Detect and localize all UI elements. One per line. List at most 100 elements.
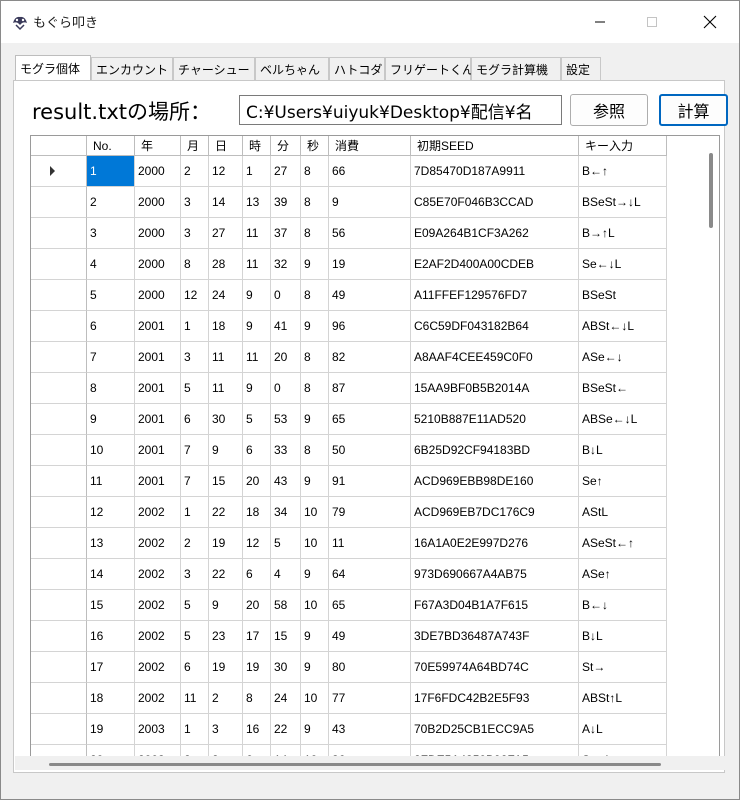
grid-cell[interactable]: 65 [329, 590, 411, 621]
grid-cell[interactable]: 6 [243, 559, 271, 590]
table-row[interactable]: 13 2002 2 19 12 5 10 11 16A1A0E2E997D276 ASeSt←↑ [31, 528, 667, 559]
grid-cell[interactable]: 2000 [135, 156, 181, 187]
grid-cell[interactable]: 56 [329, 218, 411, 249]
row-header[interactable] [31, 559, 87, 590]
grid-cell[interactable]: 11 [87, 466, 135, 497]
column-header-9[interactable]: キー入力 [579, 136, 667, 156]
grid-cell[interactable]: 9 [301, 466, 329, 497]
table-row[interactable]: 5 2000 12 24 9 0 8 49 A11FFEF129576FD7 BSeSt [31, 280, 667, 311]
grid-cell[interactable]: ABSt←↓L [579, 311, 667, 342]
vertical-scroll-thumb[interactable] [709, 153, 713, 228]
grid-cell[interactable]: A11FFEF129576FD7 [411, 280, 579, 311]
grid-cell[interactable]: 3 [209, 714, 243, 745]
row-header[interactable] [31, 280, 87, 311]
grid-cell[interactable]: 8 [301, 373, 329, 404]
grid-cell[interactable]: Se←↓L [579, 249, 667, 280]
grid-cell[interactable]: 0 [271, 373, 301, 404]
grid-cell[interactable]: B←↑ [579, 156, 667, 187]
grid-cell[interactable]: 20 [243, 466, 271, 497]
grid-cell[interactable]: 8 [243, 683, 271, 714]
grid-cell[interactable]: 11 [243, 218, 271, 249]
table-row[interactable]: 18 2002 11 2 8 24 10 77 17F6FDC42B2E5F93 ABSt↑L [31, 683, 667, 714]
grid-cell[interactable]: 70E59974A64BD74C [411, 652, 579, 683]
grid-cell[interactable]: 77 [329, 683, 411, 714]
column-header-2[interactable]: 月 [181, 136, 209, 156]
grid-cell[interactable]: 2000 [135, 249, 181, 280]
row-header[interactable] [31, 404, 87, 435]
column-header-4[interactable]: 時 [243, 136, 271, 156]
grid-cell[interactable]: ASeSt←↑ [579, 528, 667, 559]
grid-cell[interactable]: 15 [209, 466, 243, 497]
grid-cell[interactable]: 19 [87, 714, 135, 745]
grid-cell[interactable]: 10 [301, 497, 329, 528]
grid-cell[interactable]: 13 [243, 187, 271, 218]
grid-cell[interactable]: 1 [181, 714, 209, 745]
grid-cell[interactable]: 2003 [135, 714, 181, 745]
table-row[interactable]: 7 2001 3 11 11 20 8 82 A8AAF4CEE459C0F0 ASe←↓ [31, 342, 667, 373]
grid-cell[interactable]: 2000 [135, 187, 181, 218]
grid-cell[interactable]: 8 [301, 156, 329, 187]
grid-cell[interactable]: 7 [181, 466, 209, 497]
grid-cell[interactable]: E09A264B1CF3A262 [411, 218, 579, 249]
grid-cell[interactable]: 30 [271, 652, 301, 683]
horizontal-scroll-thumb[interactable] [49, 763, 661, 766]
grid-cell[interactable]: ASe←↓ [579, 342, 667, 373]
table-row[interactable]: 16 2002 5 23 17 15 9 49 3DE7BD36487A743F B↓L [31, 621, 667, 652]
grid-cell[interactable]: 9 [301, 559, 329, 590]
tab-5[interactable]: フリゲートくん [385, 57, 474, 81]
grid-cell[interactable]: 1 [181, 497, 209, 528]
grid-cell[interactable]: 53 [271, 404, 301, 435]
grid-cell[interactable]: 6B25D92CF94183BD [411, 435, 579, 466]
grid-cell[interactable]: 11 [209, 342, 243, 373]
grid-cell[interactable]: 10 [301, 590, 329, 621]
grid-cell[interactable]: AStL [579, 497, 667, 528]
row-header[interactable] [31, 528, 87, 559]
grid-cell[interactable]: 80 [329, 652, 411, 683]
grid-cell[interactable]: 43 [271, 466, 301, 497]
grid-cell[interactable]: 9 [301, 621, 329, 652]
browse-button[interactable]: 参照 [570, 94, 648, 126]
grid-cell[interactable]: 58 [271, 590, 301, 621]
grid-cell[interactable]: 65 [329, 404, 411, 435]
tab-1[interactable]: エンカウント [91, 57, 173, 81]
grid-cell[interactable]: 7 [181, 435, 209, 466]
grid-cell[interactable]: 6 [181, 652, 209, 683]
grid-cell[interactable]: 2001 [135, 435, 181, 466]
tab-0[interactable]: モグラ個体 [15, 55, 91, 81]
grid-cell[interactable]: 12 [181, 280, 209, 311]
table-row[interactable]: 11 2001 7 15 20 43 9 91 ACD969EBB98DE160 Se↑ [31, 466, 667, 497]
column-header-5[interactable]: 分 [271, 136, 301, 156]
grid-cell[interactable]: 2001 [135, 342, 181, 373]
grid-cell[interactable]: B↓L [579, 435, 667, 466]
grid-cell[interactable]: 24 [209, 280, 243, 311]
grid-cell[interactable]: 2 [209, 683, 243, 714]
grid-cell[interactable]: 9 [209, 435, 243, 466]
grid-cell[interactable]: 5 [271, 528, 301, 559]
row-header[interactable] [31, 683, 87, 714]
grid-cell[interactable]: 82 [329, 342, 411, 373]
grid-cell[interactable]: 49 [329, 280, 411, 311]
table-row[interactable]: 14 2002 3 22 6 4 9 64 973D690667A4AB75 ASe↑ [31, 559, 667, 590]
grid-cell[interactable]: 15 [87, 590, 135, 621]
grid-cell[interactable]: 79 [329, 497, 411, 528]
column-header-3[interactable]: 日 [209, 136, 243, 156]
grid-cell[interactable]: 9 [301, 404, 329, 435]
grid-cell[interactable]: 20 [243, 590, 271, 621]
grid-cell[interactable]: 7 [87, 342, 135, 373]
grid-cell[interactable]: 3DE7BD36487A743F [411, 621, 579, 652]
grid-cell[interactable]: 17 [87, 652, 135, 683]
grid-cell[interactable]: 10 [87, 435, 135, 466]
title-bar[interactable]: もぐら叩き [1, 1, 739, 43]
row-header[interactable] [31, 373, 87, 404]
grid-cell[interactable]: 11 [329, 528, 411, 559]
grid-cell[interactable]: 9 [301, 249, 329, 280]
grid-cell[interactable]: 8 [301, 187, 329, 218]
grid-cell[interactable]: ABSe←↓L [579, 404, 667, 435]
grid-cell[interactable]: 11 [209, 373, 243, 404]
grid-cell[interactable]: 8 [301, 342, 329, 373]
grid-cell[interactable]: 1 [243, 156, 271, 187]
row-header[interactable] [31, 497, 87, 528]
grid-cell[interactable]: 50 [329, 435, 411, 466]
grid-cell[interactable]: ACD969EBB98DE160 [411, 466, 579, 497]
grid-cell[interactable]: 37 [271, 218, 301, 249]
